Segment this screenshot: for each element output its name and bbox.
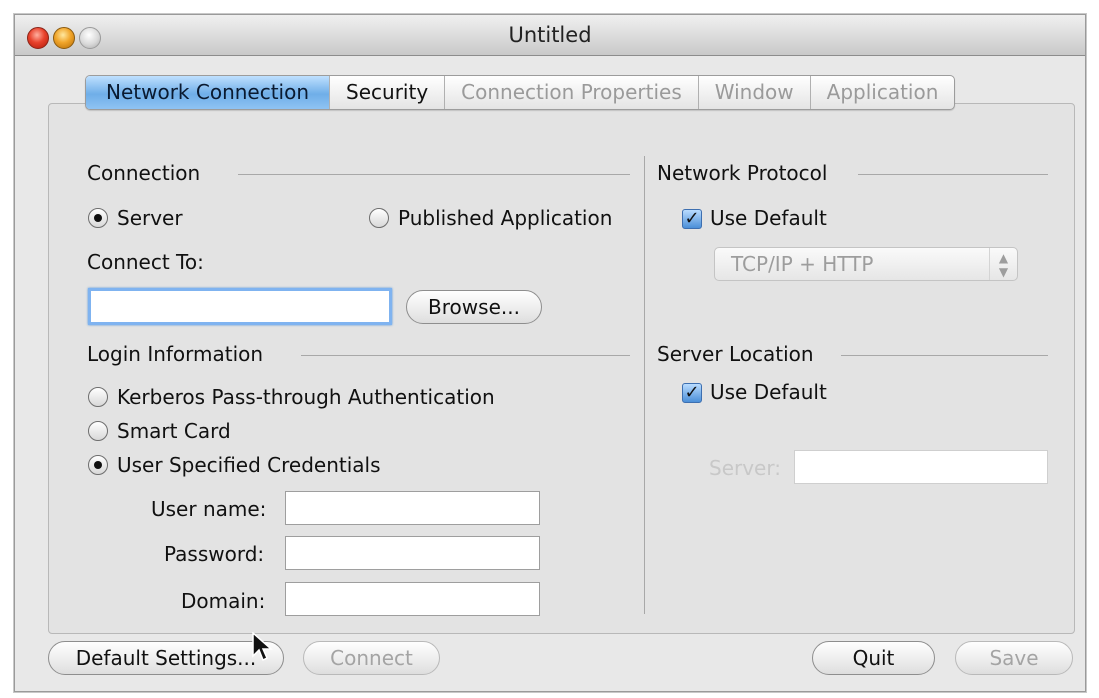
login-information-heading: Login Information	[87, 342, 264, 366]
username-input[interactable]	[285, 491, 540, 525]
password-input[interactable]	[285, 536, 540, 570]
tab-application[interactable]: Application	[811, 76, 955, 109]
domain-label: Domain:	[181, 589, 266, 613]
quit-button[interactable]: Quit	[812, 641, 935, 675]
connect-to-input[interactable]	[88, 288, 392, 325]
protocol-use-default-checkbox[interactable]: ✓	[682, 209, 702, 229]
domain-input[interactable]	[285, 582, 540, 616]
published-application-label[interactable]: Published Application	[398, 206, 612, 230]
location-use-default-label[interactable]: Use Default	[710, 380, 827, 404]
server-location-heading: Server Location	[657, 342, 814, 366]
browse-button[interactable]: Browse...	[406, 290, 542, 324]
server-input[interactable]	[794, 450, 1048, 484]
save-button[interactable]: Save	[955, 641, 1073, 675]
user-specified-credentials-label[interactable]: User Specified Credentials	[117, 453, 381, 477]
network-protocol-heading: Network Protocol	[657, 161, 828, 185]
login-divider	[301, 355, 630, 356]
title-bar[interactable]: Untitled	[15, 15, 1085, 56]
select-arrows-icon: ▲ ▼	[989, 248, 1017, 280]
username-label: User name:	[151, 497, 267, 521]
server-field-label: Server:	[709, 456, 781, 480]
dialog-window: Untitled Connection Server Published App…	[14, 14, 1086, 692]
window-title: Untitled	[508, 23, 592, 47]
protocol-select-value: TCP/IP + HTTP	[731, 252, 874, 276]
tab-network-connection[interactable]: Network Connection	[86, 76, 331, 109]
protocol-use-default-label[interactable]: Use Default	[710, 206, 827, 230]
tab-panel: Connection Server Published Application …	[48, 103, 1075, 634]
published-application-radio[interactable]	[369, 208, 389, 228]
tab-security[interactable]: Security	[330, 76, 446, 109]
server-radio-label[interactable]: Server	[117, 206, 183, 230]
network-protocol-divider	[858, 174, 1048, 175]
tab-connection-properties[interactable]: Connection Properties	[445, 76, 699, 109]
connection-heading: Connection	[87, 161, 201, 185]
connect-button[interactable]: Connect	[303, 641, 440, 675]
server-radio[interactable]	[88, 208, 108, 228]
protocol-select[interactable]: TCP/IP + HTTP ▲ ▼	[714, 247, 1018, 281]
connection-divider	[238, 174, 630, 175]
location-use-default-checkbox[interactable]: ✓	[682, 383, 702, 403]
column-divider	[644, 156, 645, 614]
user-specified-credentials-radio[interactable]	[88, 455, 108, 475]
kerberos-radio[interactable]	[88, 387, 108, 407]
connect-to-label: Connect To:	[87, 250, 204, 274]
server-location-divider	[841, 355, 1048, 356]
window-content: Connection Server Published Application …	[15, 56, 1085, 691]
kerberos-label[interactable]: Kerberos Pass-through Authentication	[117, 385, 495, 409]
password-label: Password:	[164, 542, 265, 566]
tab-bar: Network Connection Security Connection P…	[85, 75, 956, 110]
smart-card-label[interactable]: Smart Card	[117, 419, 231, 443]
default-settings-button[interactable]: Default Settings...	[48, 641, 284, 675]
smart-card-radio[interactable]	[88, 421, 108, 441]
tab-window[interactable]: Window	[699, 76, 811, 109]
mouse-pointer-icon	[252, 632, 273, 662]
